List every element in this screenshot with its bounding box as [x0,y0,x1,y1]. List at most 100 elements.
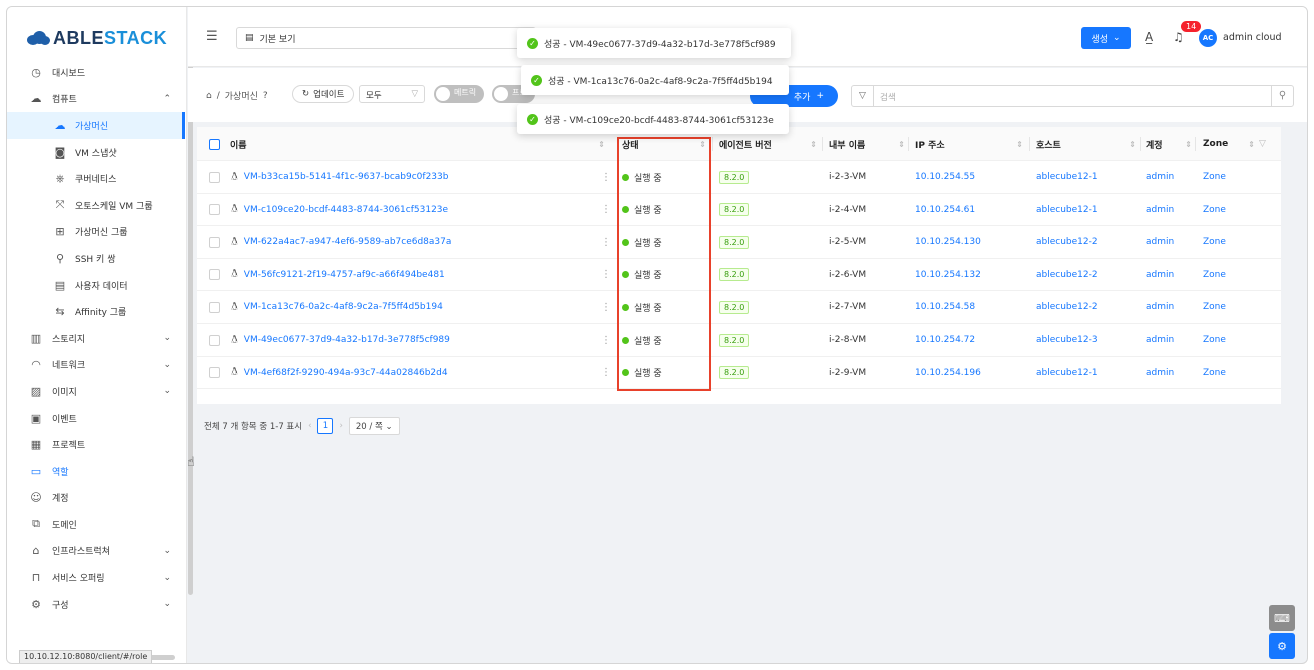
sidebar-item-vm-groups[interactable]: ⊞ 가상머신 그룹 [7,219,185,246]
brand-logo[interactable]: ABLE STACK [27,27,167,49]
avatar[interactable]: AC [1199,29,1217,47]
sidebar-item-roles[interactable]: ▭ 역할 [7,458,185,485]
vm-name-link[interactable]: VM-b33ca15b-5141-4f1c-9637-bcab9c0f233b [244,172,449,182]
filter-select[interactable]: 모두 ▽ [359,85,425,103]
vm-name-cell[interactable]: 🐧︎ VM-49ec0677-37d9-4a32-b17d-3e778f5cf98… [231,324,450,356]
table-row[interactable]: 🐧︎ VM-49ec0677-37d9-4a32-b17d-3e778f5cf98… [197,324,1281,357]
row-checkbox[interactable] [209,357,220,389]
table-row[interactable]: 🐧︎ VM-4ef68f2f-9290-494a-93c7-44a02846b2d… [197,357,1281,390]
row-actions-icon[interactable]: ⋮ [601,324,611,356]
zone-cell[interactable]: Zone [1203,291,1226,323]
table-row[interactable]: 🐧︎ VM-622a4ac7-a947-4ef6-9589-ab7ce6d8a37… [197,226,1281,259]
host-cell[interactable]: ablecube12-1 [1036,357,1098,389]
metrics-toggle[interactable]: 메트릭 [434,85,485,103]
vm-name-link[interactable]: VM-49ec0677-37d9-4a32-b17d-3e778f5cf989 [244,335,450,345]
host-cell[interactable]: ablecube12-2 [1036,259,1098,291]
account-cell[interactable]: admin [1146,324,1174,356]
account-cell[interactable]: admin [1146,259,1174,291]
prev-page-icon[interactable]: ‹ [308,421,311,431]
home-icon[interactable]: ⌂ [206,91,212,101]
ip-address-cell[interactable]: 10.10.254.55 [915,161,975,193]
search-input[interactable]: 검색 [880,91,896,103]
zone-cell[interactable]: Zone [1203,161,1226,193]
translate-icon[interactable]: A̲ [1145,30,1153,44]
account-cell[interactable]: admin [1146,194,1174,226]
view-selector[interactable]: ▤ 기본 보기 [236,27,536,49]
ip-address-cell[interactable]: 10.10.254.130 [915,226,981,258]
sidebar-item-ssh-keys[interactable]: ⚲ SSH 키 쌍 [7,245,185,272]
host-cell[interactable]: ablecube12-1 [1036,194,1098,226]
row-checkbox[interactable] [209,226,220,258]
vm-name-cell[interactable]: 🐧︎ VM-1ca13c76-0a2c-4af8-9c2a-7f5ff4d5b19… [231,291,443,323]
toast-notification[interactable]: ✓ 성공 - VM-49ec0677-37d9-4a32-b17d-3e778f… [517,28,791,58]
search-filter-icon[interactable]: ▽ [852,86,874,106]
sidebar-item-configuration[interactable]: ⚙ 구성 ⌄ [7,591,185,618]
vm-name-link[interactable]: VM-4ef68f2f-9290-494a-93c7-44a02846b2d4 [244,368,448,378]
host-cell[interactable]: ablecube12-1 [1036,161,1098,193]
row-actions-icon[interactable]: ⋮ [601,291,611,323]
host-cell[interactable]: ablecube12-2 [1036,226,1098,258]
vm-name-cell[interactable]: 🐧︎ VM-56fc9121-2f19-4757-af9c-a66f494be48… [231,259,445,291]
ip-address-cell[interactable]: 10.10.254.72 [915,324,975,356]
zone-cell[interactable]: Zone [1203,259,1226,291]
bell-icon[interactable]: ♫ [1173,30,1184,44]
column-zone[interactable]: Zone ⇕ [1203,127,1259,161]
toast-notification[interactable]: ✓ 성공 - VM-1ca13c76-0a2c-4af8-9c2a-7f5ff4… [521,65,789,95]
ip-address-cell[interactable]: 10.10.254.132 [915,259,981,291]
vm-name-link[interactable]: VM-1ca13c76-0a2c-4af8-9c2a-7f5ff4d5b194 [244,302,443,312]
page-size-select[interactable]: 20 / 쪽 ⌄ [348,417,400,435]
sidebar-item-vm-snapshots[interactable]: ◙ VM 스냅샷 [7,139,185,166]
keyboard-icon[interactable]: ⌨ [1269,605,1295,631]
toast-notification[interactable]: ✓ 성공 - VM-c109ce20-bcdf-4483-8744-3061cf… [517,104,789,134]
table-row[interactable]: 🐧︎ VM-56fc9121-2f19-4757-af9c-a66f494be48… [197,259,1281,292]
refresh-button[interactable]: ↻ 업데이트 [292,85,355,103]
ip-address-cell[interactable]: 10.10.254.58 [915,291,975,323]
row-actions-icon[interactable]: ⋮ [601,259,611,291]
menu-fold-icon[interactable]: ☰ [206,29,218,44]
create-button[interactable]: 생성 ⌄ [1081,27,1131,49]
column-filter-icon[interactable]: ▽ [1259,127,1279,161]
host-cell[interactable]: ablecube12-2 [1036,291,1098,323]
ip-address-cell[interactable]: 10.10.254.196 [915,357,981,389]
table-row[interactable]: 🐧︎ VM-c109ce20-bcdf-4483-8744-3061cf53123… [197,194,1281,227]
column-ip-address[interactable]: IP 주소 ⇕ [915,127,1027,161]
vm-name-link[interactable]: VM-622a4ac7-a947-4ef6-9589-ab7ce6d8a37a [244,237,452,247]
account-cell[interactable]: admin [1146,357,1174,389]
row-checkbox[interactable] [209,161,220,193]
row-checkbox[interactable] [209,324,220,356]
vm-name-link[interactable]: VM-c109ce20-bcdf-4483-8744-3061cf53123e [244,205,448,215]
host-cell[interactable]: ablecube12-3 [1036,324,1098,356]
sidebar-item-dashboard[interactable]: ◷ 대시보드 [7,59,185,86]
search-icon[interactable]: ⚲ [1271,86,1293,106]
row-checkbox[interactable] [209,259,220,291]
vm-name-cell[interactable]: 🐧︎ VM-4ef68f2f-9290-494a-93c7-44a02846b2d… [231,357,448,389]
sidebar-item-service-offerings[interactable]: ⊓ 서비스 오퍼링 ⌄ [7,564,185,591]
sidebar-item-accounts[interactable]: ☺ 계정 [7,485,185,512]
zone-cell[interactable]: Zone [1203,194,1226,226]
sidebar-item-domains[interactable]: ⧉ 도메인 [7,511,185,538]
user-name[interactable]: admin cloud [1223,32,1282,43]
table-row[interactable]: 🐧︎ VM-1ca13c76-0a2c-4af8-9c2a-7f5ff4d5b19… [197,291,1281,324]
vm-name-link[interactable]: VM-56fc9121-2f19-4757-af9c-a66f494be481 [244,270,445,280]
account-cell[interactable]: admin [1146,161,1174,193]
zone-cell[interactable]: Zone [1203,357,1226,389]
select-all-checkbox[interactable] [209,138,220,150]
settings-float-icon[interactable]: ⚙ [1269,633,1295,659]
row-actions-icon[interactable]: ⋮ [601,161,611,193]
ip-address-cell[interactable]: 10.10.254.61 [915,194,975,226]
account-cell[interactable]: admin [1146,226,1174,258]
row-checkbox[interactable] [209,194,220,226]
sidebar-item-projects[interactable]: ▦ 프로젝트 [7,431,185,458]
zone-cell[interactable]: Zone [1203,226,1226,258]
next-page-icon[interactable]: › [339,421,342,431]
sidebar-item-storage[interactable]: ▥ 스토리지 ⌄ [7,325,185,352]
column-host[interactable]: 호스트 ⇕ [1036,127,1140,161]
sidebar-item-user-data[interactable]: ▤ 사용자 데이터 [7,272,185,299]
sidebar-item-affinity-groups[interactable]: ⇆ Affinity 그룹 [7,298,185,325]
sidebar-item-images[interactable]: ▨ 이미지 ⌄ [7,378,185,405]
page-number[interactable]: 1 [317,418,334,434]
sidebar-item-infrastructure[interactable]: ⌂ 인프라스트럭쳐 ⌄ [7,538,185,565]
sidebar-item-autoscale-vm-groups[interactable]: ⤧ 오토스케일 VM 그룹 [7,192,185,219]
column-internal-name[interactable]: 내부 이름 ⇕ [829,127,909,161]
sidebar-item-events[interactable]: ▣ 이벤트 [7,405,185,432]
